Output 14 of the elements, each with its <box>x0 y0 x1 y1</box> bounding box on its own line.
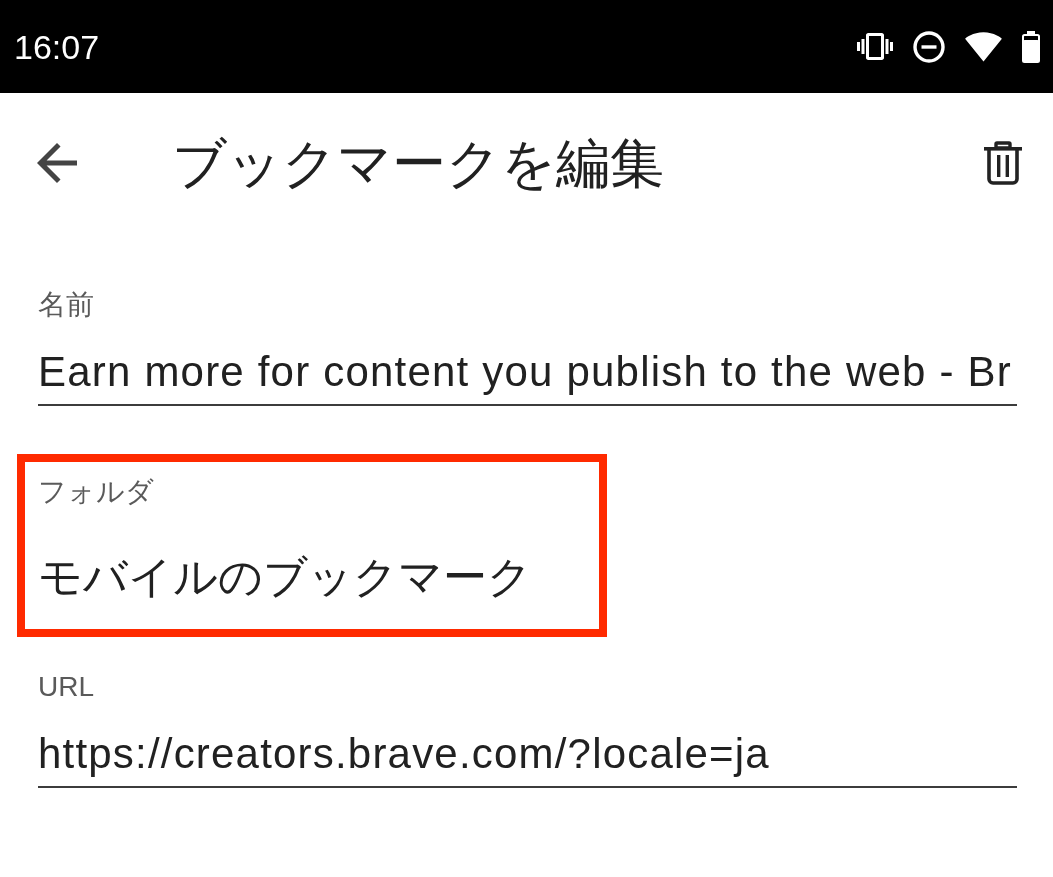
field-label: URL <box>38 672 95 702</box>
text-field[interactable]: Earn more for content you publish to the web - Br <box>38 344 1017 406</box>
status-time: 16:07 <box>14 26 100 67</box>
back-arrow-icon[interactable] <box>37 143 77 183</box>
field-label: フォルダ <box>38 477 155 507</box>
field-label: 名前 <box>38 290 95 320</box>
text-field[interactable]: https://creators.brave.com/?locale=ja <box>38 726 1017 788</box>
page-title: ブックマークを編集 <box>172 132 664 194</box>
trash-icon[interactable] <box>984 141 1022 185</box>
wifi-icon <box>965 31 1002 62</box>
do-not-disturb-icon <box>913 30 945 63</box>
battery-icon <box>1022 30 1040 63</box>
vibrate-icon <box>857 33 893 60</box>
folder-selector[interactable]: モバイルのブックマーク <box>38 549 532 605</box>
